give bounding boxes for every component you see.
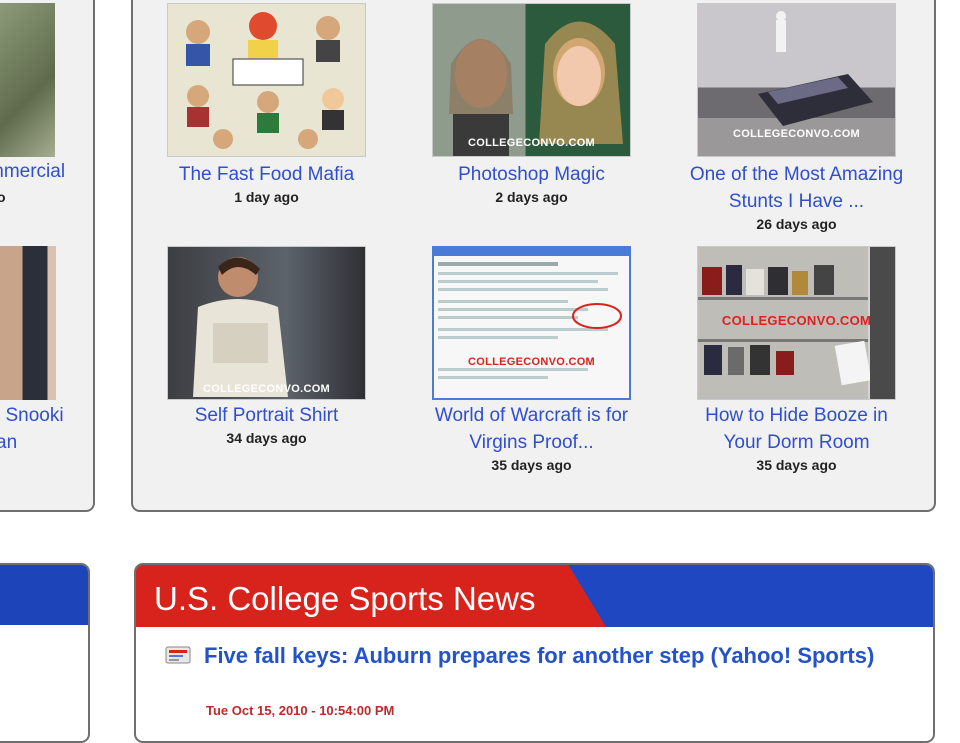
cartoon-collage-image [168, 4, 365, 156]
video-thumbnail[interactable] [0, 3, 55, 157]
webpage-screenshot-image [434, 248, 629, 379]
video-title[interactable]: World of Warcraft is for Virgins Proof..… [420, 402, 643, 456]
person-in-shirt-image [193, 257, 288, 397]
video-title[interactable]: Self Portrait Shirt [127, 402, 406, 429]
video-card[interactable]: COLLEGECONVO.COM World of Warcraft is fo… [432, 246, 631, 476]
video-thumbnail[interactable]: COLLEGECONVO.COM [432, 246, 631, 400]
video-title[interactable]: The Fast Food Mafia [127, 161, 406, 188]
watermark-text: COLLEGECONVO.COM [202, 383, 331, 395]
video-card[interactable]: The Fast Food Mafia 1 day ago [167, 3, 366, 208]
video-age: 26 days ago [756, 216, 837, 232]
video-title[interactable]: Photoshop Magic [392, 161, 671, 188]
before-after-portrait-image [449, 21, 623, 156]
video-thumbnail[interactable] [0, 246, 56, 400]
college-sports-news-panel: U.S. College Sports News Five fall keys:… [134, 563, 935, 743]
video-age: o [0, 189, 6, 205]
news-timestamp: Tue Oct 15, 2010 - 10:54:00 PM [206, 703, 395, 718]
video-card[interactable]: COLLEGECONVO.COM One of the Most Amazing… [690, 3, 903, 233]
news-feed-icon [165, 646, 191, 664]
video-age: 35 days ago [491, 457, 572, 473]
video-age: 2 days ago [495, 189, 568, 205]
news-headline-link[interactable]: Five fall keys: Auburn prepares for anot… [204, 640, 884, 672]
video-card[interactable]: COLLEGECONVO.COM Self Portrait Shirt 34 … [167, 246, 366, 456]
video-thumbnail[interactable] [167, 3, 366, 157]
video-title[interactable]: l Snooki an [0, 402, 64, 456]
video-title[interactable]: How to Hide Booze in Your Dorm Room [685, 402, 908, 456]
left-news-panel [0, 563, 90, 743]
video-thumbnail[interactable]: COLLEGECONVO.COM [167, 246, 366, 400]
video-age: 34 days ago [226, 430, 307, 446]
video-age: 35 days ago [756, 457, 837, 473]
news-section-title: U.S. College Sports News [154, 580, 536, 617]
video-thumbnail[interactable]: COLLEGECONVO.COM [697, 246, 896, 400]
video-card[interactable]: COLLEGECONVO.COM How to Hide Booze in Yo… [697, 246, 896, 476]
video-title[interactable]: One of the Most Amazing Stunts I Have ..… [675, 161, 918, 215]
watermark-text: COLLEGECONVO.COM [721, 313, 872, 328]
watermark-text: COLLEGECONVO.COM [467, 137, 596, 149]
video-title[interactable]: mmercial [0, 161, 65, 183]
left-video-item-1[interactable]: mmercial o [0, 3, 65, 205]
watermark-text: COLLEGECONVO.COM [732, 128, 861, 140]
watermark-text: COLLEGECONVO.COM [467, 356, 596, 368]
left-video-item-2[interactable]: l Snooki an [0, 246, 64, 456]
video-age: 1 day ago [234, 189, 299, 205]
video-thumbnail[interactable]: COLLEGECONVO.COM [432, 3, 631, 157]
video-card[interactable]: COLLEGECONVO.COM Photoshop Magic 2 days … [432, 3, 631, 208]
video-thumbnail[interactable]: COLLEGECONVO.COM [697, 3, 896, 157]
left-news-header-bar [0, 565, 88, 625]
